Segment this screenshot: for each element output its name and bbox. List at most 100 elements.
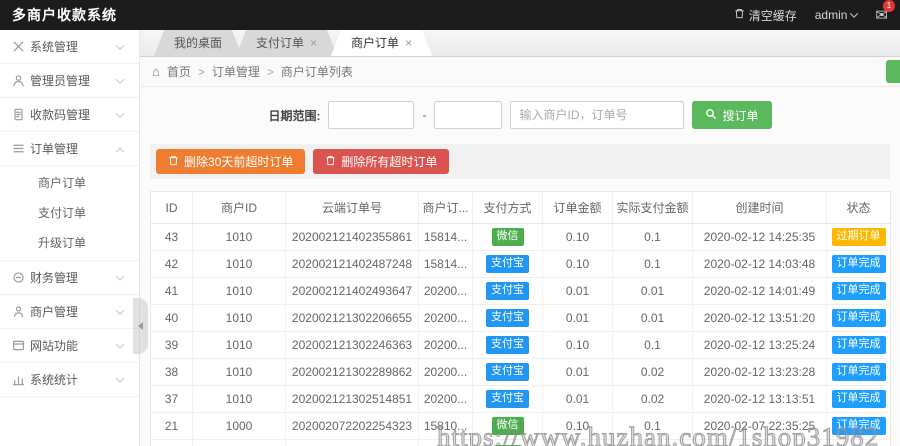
status-badge: 订单完成	[831, 309, 886, 327]
sidebar-subitem-upgrade-orders[interactable]: 升级订单	[0, 228, 139, 258]
chevron-down-icon	[115, 271, 125, 281]
cell-merchant-order-no: 15814...	[418, 250, 473, 278]
sidebar-item-label: 管理员管理	[30, 74, 91, 88]
cell-status: 订单完成	[826, 358, 891, 386]
search-input[interactable]	[510, 101, 685, 129]
sidebar-item-label: 财务管理	[30, 271, 79, 285]
sidebar-subitem-payment-orders[interactable]: 支付订单	[0, 198, 139, 228]
mail-badge: 1	[883, 0, 895, 12]
cell-merchant-id: 1010	[192, 358, 286, 386]
table-row: 21 1000 202002072202254323 15810... 微信 0.10 0.…	[150, 412, 891, 440]
cell-created-at: 2020-02-12 13:51:20	[692, 304, 827, 332]
tab-label: 我的桌面	[174, 36, 223, 50]
content-area: 我的桌面 支付订单 × 商户订单 × ⌂ 首页 > 订单管理 > 商户订单列表 日期范围…	[140, 30, 900, 446]
sidebar-submenu: 商户订单 支付订单 升级订单	[0, 166, 139, 261]
sidebar-item-qrcode-management[interactable]: 收款码管理	[0, 98, 139, 132]
chevron-down-icon	[115, 108, 125, 118]
cell-order-amount: 0.10	[542, 331, 613, 359]
sidebar-item-finance-management[interactable]: 财务管理	[0, 261, 139, 295]
clear-cache-label: 清空缓存	[748, 8, 797, 23]
user-icon	[12, 74, 30, 87]
table-row: 37 1010 202002121302514851 20200... 支付宝 0.01 0…	[150, 385, 891, 413]
breadcrumb-edge-button[interactable]	[886, 60, 900, 83]
cell-actual-amount: 0.01	[612, 277, 693, 305]
pay-method-badge: 支付宝	[486, 390, 529, 408]
cell-id: 41	[150, 277, 193, 305]
cell-status: 订单完成	[826, 385, 891, 413]
cell-order-amount: 0.10	[542, 412, 613, 440]
column-header: 订单金额	[542, 191, 613, 224]
trash-icon	[325, 155, 336, 169]
close-icon[interactable]: ×	[405, 37, 412, 49]
tab-my-desktop[interactable]: 我的桌面	[154, 30, 242, 56]
sidebar-item-system-management[interactable]: 系统管理	[0, 30, 139, 64]
cell-id	[150, 439, 193, 446]
sidebar-subitem-merchant-orders[interactable]: 商户订单	[0, 168, 139, 198]
cell-status: 订单完成	[826, 412, 891, 440]
cell-merchant-id: 1000	[192, 412, 286, 440]
cell-id: 43	[150, 223, 193, 251]
cell-merchant-order-no: 15810...	[418, 412, 473, 440]
column-header: 商户订...	[418, 191, 473, 224]
column-header: 实际支付金额	[612, 191, 693, 224]
cell-cloud-order-no: 202002072202254323	[285, 412, 419, 440]
date-to-input[interactable]	[434, 101, 503, 129]
cell-merchant-order-no: 15814...	[418, 223, 473, 251]
cell-merchant-order-no: 20200...	[418, 385, 473, 413]
cell-cloud-order-no: 202002121302206655	[285, 304, 419, 332]
cell-cloud-order-no: 202002121402493647	[285, 277, 419, 305]
sidebar-item-label: 网站功能	[30, 339, 79, 353]
search-orders-button[interactable]: 搜订单	[692, 101, 772, 129]
merchant-icon	[12, 305, 30, 318]
delete-30d-orders-button[interactable]: 删除30天前超时订单	[156, 149, 306, 174]
sidebar-item-website-functions[interactable]: 网站功能	[0, 329, 139, 363]
cell-merchant-id: 1010	[192, 223, 286, 251]
trash-icon	[734, 8, 745, 22]
cell-status: 订单完成	[826, 331, 891, 359]
column-header: ID	[150, 191, 193, 224]
search-button-label: 搜订单	[722, 108, 759, 123]
date-from-input[interactable]	[328, 101, 415, 129]
tab-payment-orders[interactable]: 支付订单 ×	[236, 30, 337, 56]
tab-merchant-orders[interactable]: 商户订单 ×	[331, 30, 432, 56]
delete-30d-label: 删除30天前超时订单	[184, 155, 294, 169]
sidebar-item-system-statistics[interactable]: 系统统计	[0, 363, 139, 397]
orders-icon	[12, 142, 30, 155]
sidebar-item-order-management[interactable]: 订单管理	[0, 132, 139, 166]
status-badge: 订单完成	[831, 363, 886, 381]
breadcrumb-home[interactable]: 首页	[167, 63, 191, 80]
date-range-label: 日期范围:	[268, 108, 321, 123]
column-header: 商户ID	[192, 191, 286, 224]
cell-actual-amount: 0.02	[612, 385, 693, 413]
cell-actual-amount: 0.1	[612, 412, 693, 440]
cell-created-at: 2020-02-12 14:01:49	[692, 277, 827, 305]
cell-order-amount: 0.01	[542, 385, 613, 413]
sidebar-collapse-handle[interactable]	[133, 298, 148, 354]
cell-created-at: 2020-02-07 22:35:25	[692, 412, 827, 440]
sidebar-item-label: 订单管理	[30, 142, 79, 156]
status-badge: 订单完成	[831, 255, 886, 273]
top-bar: 多商户收款系统 清空缓存 admin ✉ 1	[0, 0, 900, 30]
close-icon[interactable]: ×	[310, 37, 317, 49]
user-menu[interactable]: admin	[815, 8, 859, 22]
cell-actual-amount: 0.1	[612, 250, 693, 278]
toolbar: 删除30天前超时订单 删除所有超时订单	[150, 144, 890, 179]
sidebar-item-admin-management[interactable]: 管理员管理	[0, 64, 139, 98]
sidebar-item-merchant-management[interactable]: 商户管理	[0, 295, 139, 329]
delete-all-expired-button[interactable]: 删除所有超时订单	[313, 149, 450, 174]
cell-merchant-id: 1010	[192, 385, 286, 413]
table-row: 41 1010 202002121402493647 20200... 支付宝 0.01 0…	[150, 277, 891, 305]
cell-merchant-id: 1010	[192, 250, 286, 278]
cell-actual-amount: 0.02	[612, 358, 693, 386]
breadcrumb-separator: >	[197, 64, 205, 79]
cell-pay-method: 支付宝	[472, 250, 543, 278]
clear-cache-button[interactable]: 清空缓存	[734, 7, 797, 24]
breadcrumb-item-orders[interactable]: 订单管理	[212, 63, 260, 80]
cell-pay-method	[472, 439, 543, 446]
cell-pay-method: 支付宝	[472, 331, 543, 359]
tab-label: 商户订单	[351, 36, 400, 50]
cell-cloud-order-no: 202002121302514851	[285, 385, 419, 413]
pay-method-badge: 支付宝	[486, 282, 529, 300]
mail-button[interactable]: ✉ 1	[875, 0, 895, 25]
cell-cloud-order-no: 202002121402355861	[285, 223, 419, 251]
